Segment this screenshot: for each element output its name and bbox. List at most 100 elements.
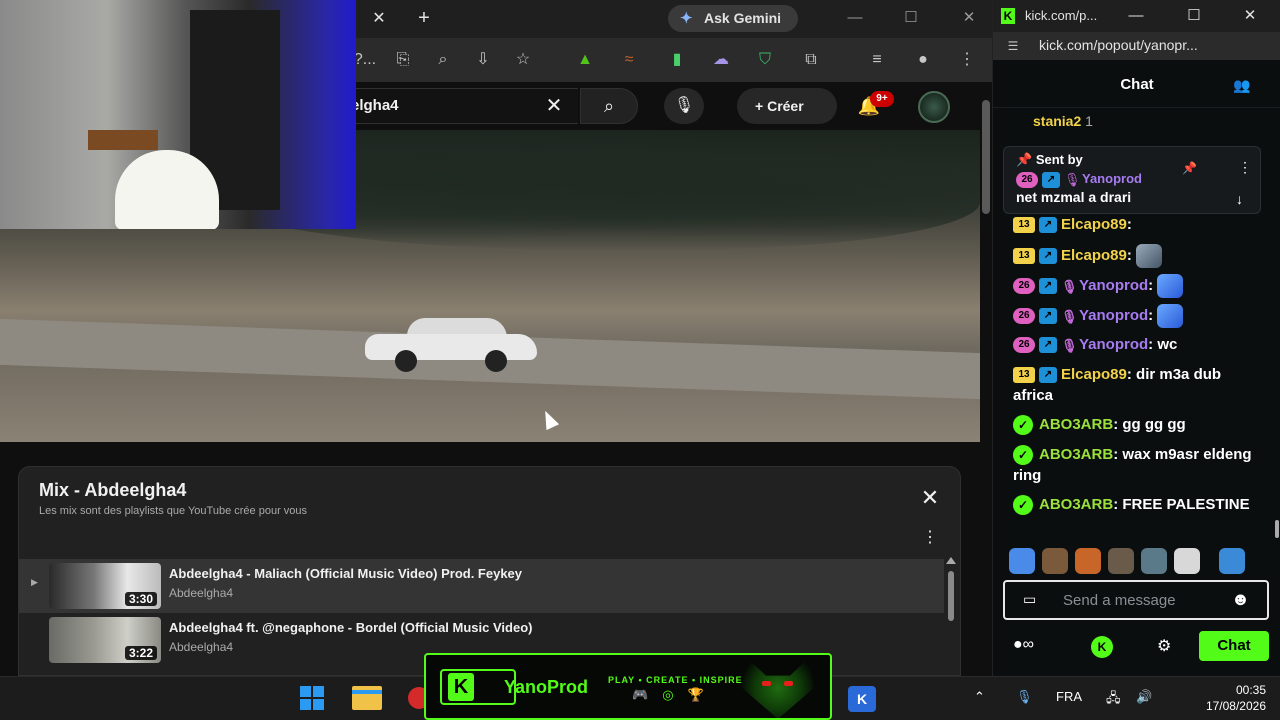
channel-name[interactable]: Abdeelgha4 — [169, 586, 233, 600]
taskbar-app-icon[interactable]: K — [848, 686, 876, 712]
tab-close-icon[interactable]: ✕ — [368, 8, 390, 30]
media-control-icon[interactable]: ≡ — [864, 47, 890, 73]
scroll-up-icon[interactable] — [946, 557, 956, 564]
chat-message-input[interactable]: ▭ Send a message ☻ — [1003, 580, 1269, 620]
chat-separator: : — [1126, 366, 1132, 383]
chat-text: wc — [1157, 336, 1178, 353]
chat-username[interactable]: Elcapo89 — [1061, 247, 1127, 264]
pinned-message[interactable]: 📌 Sent by 26 ↗ 🎙Yanoprod net mzmal a drari… — [1003, 146, 1261, 214]
send-chat-button[interactable]: Chat — [1199, 631, 1269, 661]
chat-username[interactable]: ABO3ARB — [1039, 496, 1113, 513]
top-gifter[interactable]: stania2 1 — [1033, 113, 1093, 129]
create-button[interactable]: + Créer — [737, 88, 837, 124]
chat-username[interactable]: Elcapo89 — [1061, 216, 1127, 233]
account-avatar[interactable] — [918, 91, 950, 123]
language-indicator[interactable]: FRA — [1056, 689, 1082, 704]
video-thumbnail[interactable]: 3:30 — [49, 563, 161, 609]
extensions-puzzle-icon[interactable]: ⧉ — [798, 47, 824, 73]
chat-username[interactable]: ABO3ARB — [1039, 416, 1113, 433]
emote-icon[interactable] — [1174, 548, 1200, 574]
voice-search-mic-icon[interactable]: 🎙 — [664, 88, 704, 124]
new-tab-button[interactable]: + — [413, 6, 435, 30]
playlist-item[interactable]: ▶ 3:30 Abdeelgha4 - Maliach (Official Mu… — [19, 559, 944, 613]
minimize-icon[interactable]: — — [1125, 5, 1147, 27]
window-close-icon[interactable]: ✕ — [954, 6, 984, 30]
subscriber-badge: 13 — [1013, 367, 1035, 384]
chat-settings-gear-icon[interactable]: ⚙ — [1157, 636, 1171, 656]
pinned-more-icon[interactable]: ⋮ — [1238, 159, 1252, 176]
video-duration: 3:30 — [124, 592, 157, 606]
chat-message: 26 ↗ 🎙Yanoprod: — [1013, 304, 1263, 328]
video-title[interactable]: Abdeelgha4 ft. @negaphone - Bordel (Offi… — [169, 620, 532, 635]
ask-gemini-button[interactable]: ✦ Ask Gemini — [668, 5, 798, 32]
page-scrollbar[interactable] — [982, 100, 990, 214]
channel-name[interactable]: Abdeelgha4 — [169, 640, 233, 654]
browser-menu-icon[interactable]: ⋮ — [954, 47, 980, 73]
translate-icon[interactable]: ⎘ — [390, 47, 416, 73]
expand-pinned-icon[interactable]: ↓ — [1236, 191, 1243, 207]
chat-emote — [1157, 274, 1184, 298]
playlist-scrollbar[interactable] — [946, 557, 956, 675]
search-button[interactable]: ⌕ — [580, 88, 638, 124]
chat-username[interactable]: Yanoprod — [1079, 307, 1148, 324]
plus-icon: + — [755, 98, 768, 114]
chat-username[interactable]: ABO3ARB — [1039, 446, 1113, 463]
chat-separator: : — [1126, 216, 1132, 233]
windows-start-icon[interactable] — [300, 686, 324, 710]
microphone-tray-icon[interactable]: 🎙 — [1016, 689, 1033, 705]
emote-icon[interactable] — [1042, 548, 1068, 574]
emote-icon[interactable] — [1219, 548, 1245, 574]
file-explorer-icon[interactable] — [352, 686, 382, 710]
kick-url[interactable]: kick.com/popout/yanopr... — [1039, 37, 1198, 53]
emoji-picker-icon[interactable]: ☻ — [1231, 589, 1250, 610]
chat-separator: : — [1148, 336, 1154, 353]
subscriber-badge: 13 — [1013, 248, 1035, 264]
chat-username[interactable]: Yanoprod — [1079, 277, 1148, 294]
window-close-icon[interactable]: ✕ — [1239, 5, 1261, 27]
video-title[interactable]: Abdeelgha4 - Maliach (Official Music Vid… — [169, 566, 522, 581]
minimize-icon[interactable]: — — [840, 6, 870, 30]
clear-search-icon[interactable]: ✕ — [540, 92, 568, 120]
maximize-icon[interactable]: ☐ — [1183, 5, 1205, 27]
kick-coin-icon[interactable]: K — [1091, 636, 1113, 658]
show-hidden-icons-chevron-icon[interactable]: ⌃ — [974, 689, 985, 705]
emote-icon[interactable] — [1075, 548, 1101, 574]
network-icon[interactable]: 🖧 — [1106, 689, 1121, 711]
chat-command-icon[interactable]: ▭ — [1023, 591, 1036, 608]
chat-username[interactable]: Elcapo89 — [1061, 366, 1127, 383]
maximize-icon[interactable]: ☐ — [896, 6, 926, 30]
chat-message: 26 ↗ 🎙Yanoprod: — [1013, 274, 1263, 298]
volume-icon[interactable]: 🔊 — [1136, 689, 1152, 705]
video-thumbnail[interactable]: 3:22 — [49, 617, 161, 663]
unpin-icon[interactable]: 📌 — [1182, 161, 1197, 175]
extension-terminal-icon[interactable]: ▮ — [664, 47, 690, 73]
install-app-icon[interactable]: ⇩ — [470, 47, 496, 73]
chat-users-icon[interactable]: 👥 — [1231, 75, 1253, 95]
more-options-icon[interactable]: ⋮ — [919, 527, 941, 549]
pinned-username[interactable]: Yanoprod — [1082, 171, 1142, 186]
close-mix-icon[interactable]: ✕ — [917, 485, 943, 511]
emote-icon[interactable] — [1009, 548, 1035, 574]
extension-cloud-icon[interactable]: ☁ — [708, 47, 734, 73]
system-clock[interactable]: 00:35 17/08/2026 — [1170, 682, 1266, 714]
chat-message: 13 ↗ Elcapo89: — [1013, 244, 1263, 268]
site-settings-icon[interactable]: ☰ — [1005, 38, 1021, 54]
profile-avatar-icon[interactable]: ● — [910, 47, 936, 73]
chat-scrollbar[interactable] — [1275, 520, 1279, 538]
chat-text: FREE PALESTINE — [1122, 496, 1250, 513]
clock-date: 17/08/2026 — [1205, 699, 1266, 713]
extension-wave-icon[interactable]: ≈ — [616, 47, 642, 73]
pinned-author: 26 ↗ 🎙Yanoprod — [1016, 171, 1142, 188]
chat-separator: : — [1148, 276, 1154, 294]
kick-address-bar[interactable]: ☰ kick.com/popout/yanopr... — [993, 32, 1280, 60]
emote-icon[interactable] — [1108, 548, 1134, 574]
bookmark-star-icon[interactable]: ☆ — [510, 47, 536, 73]
points-icon[interactable]: ●∞ — [1013, 636, 1034, 654]
extension-shield-icon[interactable]: ⛉ — [752, 47, 778, 73]
extension-chart-icon[interactable]: ▲ — [572, 47, 598, 73]
zoom-icon[interactable]: ⌕ — [430, 47, 456, 73]
emote-icon[interactable] — [1141, 548, 1167, 574]
pinned-sent-by-label: Sent by — [1035, 152, 1083, 167]
chat-separator: : — [1113, 416, 1119, 433]
chat-username[interactable]: Yanoprod — [1079, 336, 1148, 353]
